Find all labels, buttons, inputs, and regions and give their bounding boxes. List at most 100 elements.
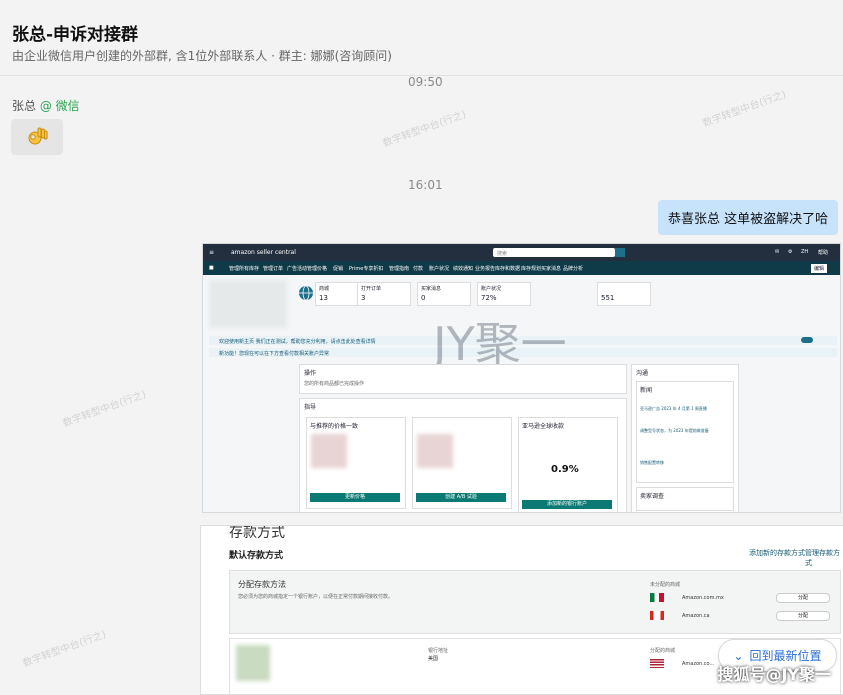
mail-icon[interactable]: ✉ <box>775 249 779 255</box>
card-title: 与推荐的价格一致 <box>310 423 359 430</box>
nav-item[interactable]: 付款 <box>413 265 423 272</box>
canada-flag-icon <box>650 611 664 620</box>
timestamp: 09:50 <box>408 75 443 89</box>
sender-label: 张总 @ 微信 <box>12 97 80 114</box>
guidance-title: 指导 <box>304 404 317 411</box>
global-pay-card[interactable]: 亚马逊全球收款 0.9% 添加新的银行账户 <box>518 417 618 512</box>
image-message-seller-central[interactable]: ≡ amazon seller central 搜索 ✉ ⚙ ZH 帮助 ■ 管… <box>202 243 841 513</box>
stat-card[interactable]: 买家消息 0 <box>417 282 471 306</box>
news-card: 新闻 亚马逊广告 2023 年 4 月第 1 周直播 调整型号状态，为 2023… <box>636 381 734 483</box>
news-link[interactable]: 亚马逊广告 2023 年 4 月第 1 周直播 <box>640 406 707 412</box>
unassigned-label: 未分配的商城 <box>650 582 681 588</box>
ops-panel: 操作 您的所有商品都已完成操作 <box>299 364 627 394</box>
stat-label: 买家消息 <box>421 286 442 292</box>
market-name: Amazon.ca <box>682 613 710 619</box>
nav-item[interactable]: 管理指南 <box>389 265 409 272</box>
assign-deposit-panel: 分配存款方法 您必须为您的商城指定一个银行账户，以便在正常付款期间接收付款。 未… <box>229 570 841 634</box>
assign-button[interactable]: 分配 <box>776 611 830 621</box>
blurred-bank-logo <box>236 645 270 681</box>
bank-location-label: 银行地址 <box>428 648 449 654</box>
add-bank-account-button[interactable]: 添加新的银行账户 <box>522 500 612 509</box>
timestamp: 16:01 <box>408 178 443 192</box>
search-input[interactable]: 搜索 <box>493 248 615 257</box>
ok-hand-icon <box>28 127 48 145</box>
menu-icon: ≡ <box>209 249 215 256</box>
mexico-flag-icon <box>650 593 664 602</box>
card-title: 亚马逊全球收款 <box>522 423 565 430</box>
nav-item[interactable]: 库存规划 <box>521 265 541 272</box>
recommendation-card[interactable]: 创建 A/B 试验 <box>412 417 512 509</box>
alert-text: 新功能！您现在可以在下方查看付款相关账户异常 <box>219 351 330 357</box>
survey-title: 卖家调查 <box>640 493 665 500</box>
nav-item[interactable]: 库存和数据 <box>495 265 520 272</box>
blurred-product <box>311 434 347 468</box>
my-message-bubble[interactable]: 恭喜张总 这单被盗解决了哈 <box>658 200 839 235</box>
nav-item[interactable]: 品牌分析 <box>563 265 583 272</box>
nav-item[interactable]: 广告活动管理 <box>287 265 317 272</box>
lang-selector[interactable]: ZH <box>801 249 808 255</box>
deposit-page-heading: 存款方式 <box>229 525 285 541</box>
stat-value: 72% <box>481 294 497 302</box>
toggle-switch[interactable] <box>801 337 813 343</box>
nav-item[interactable]: 管理所有库存 <box>229 265 259 272</box>
recommendation-card[interactable]: 与推荐的价格一致 更新价格 <box>306 417 406 509</box>
ops-title: 操作 <box>304 370 317 377</box>
create-ab-test-button[interactable]: 创建 A/B 试验 <box>416 493 506 502</box>
search-icon[interactable] <box>615 248 625 257</box>
chat-watermark: 数字转型中台(行之) <box>381 109 468 150</box>
nav-item[interactable]: 买家消息 <box>541 265 561 272</box>
assign-title: 分配存款方法 <box>238 580 286 589</box>
chat-subtitle: 由企业微信用户创建的外部群, 含1位外部联系人 · 群主: 娜娜(咨询顾问) <box>12 49 392 63</box>
add-deposit-link[interactable]: 添加新的存款方式 <box>749 548 805 558</box>
stat-card[interactable]: 账户状况 72% <box>477 282 531 306</box>
nav-item[interactable]: 业务报告 <box>475 265 495 272</box>
nav-item[interactable]: Prime专享折扣 <box>349 265 383 272</box>
alert-text: 欢迎使用新主页 我们正在测试，帮助您充分利用，请点击此处查看详情 <box>219 339 376 345</box>
stat-value: 551 <box>601 294 615 302</box>
source-watermark: 搜狐号@JY聚一 <box>717 665 831 684</box>
assign-desc: 您必须为您的商城指定一个银行账户，以便在正常付款期间接收付款。 <box>238 594 394 600</box>
brand-logo: amazon seller central <box>231 249 296 256</box>
chat-title: 张总-申诉对接群 <box>12 25 139 45</box>
fee-value: 0.9% <box>551 464 579 475</box>
chat-watermark: 数字转型中台(行之) <box>701 89 788 130</box>
assign-button[interactable]: 分配 <box>776 593 830 603</box>
stat-label: 打开订单 <box>361 286 382 292</box>
guidance-panel: 指导 与推荐的价格一致 更新价格 创建 A/B 试验 亚马逊全球收款 0.9% … <box>299 398 627 512</box>
bookmark-icon[interactable]: ■ <box>209 265 214 271</box>
market-name: Amazon.co... <box>682 661 715 667</box>
sender-org: @ 微信 <box>39 99 80 113</box>
side-title: 沟通 <box>636 370 649 377</box>
help-link[interactable]: 帮助 <box>818 249 828 256</box>
news-link[interactable]: 调整型号状态，为 2023 年提前做准备 <box>640 428 709 434</box>
news-link[interactable]: 销售配置转移 <box>640 460 664 466</box>
chat-watermark: 数字转型中台(行之) <box>21 629 108 670</box>
nav-item[interactable]: 价格 <box>317 265 327 272</box>
nav-item[interactable]: 促销 <box>333 265 343 272</box>
chat-header: 张总-申诉对接群 由企业微信用户创建的外部群, 含1位外部联系人 · 群主: 娜… <box>0 0 843 76</box>
nav-item[interactable]: 账户状况 <box>429 265 449 272</box>
amazon-nav: ■ 管理所有库存 管理订单 广告活动管理 价格 促销 Prime专享折扣 管理指… <box>203 261 840 275</box>
blurred-account-widget <box>209 280 287 328</box>
gear-icon[interactable]: ⚙ <box>788 249 792 255</box>
stat-card[interactable]: 551 <box>597 282 651 306</box>
chat-watermark: 数字转型中台(行之) <box>61 389 148 430</box>
default-deposit-title: 默认存款方式 <box>229 551 284 561</box>
manage-deposit-link[interactable]: 管理存款方式 <box>805 548 843 568</box>
bank-location-value: 美国 <box>428 656 439 662</box>
ok-hand-emoji-message[interactable] <box>11 119 63 155</box>
market-name: Amazon.com.mx <box>682 595 724 601</box>
blurred-product <box>417 434 453 468</box>
news-title: 新闻 <box>640 387 653 394</box>
ops-text: 您的所有商品都已完成操作 <box>304 381 365 387</box>
nav-item[interactable]: 管理订单 <box>263 265 283 272</box>
amazon-topbar: ≡ amazon seller central 搜索 ✉ ⚙ ZH 帮助 <box>203 244 840 261</box>
stat-card[interactable]: 打开订单 3 <box>357 282 411 306</box>
edit-button[interactable]: 编辑 <box>811 264 828 273</box>
survey-card: 卖家调查 <box>636 487 734 511</box>
search-placeholder: 搜索 <box>497 251 508 257</box>
nav-item[interactable]: 绩效通知 <box>453 265 473 272</box>
stat-value: 0 <box>421 294 426 302</box>
communication-panel: 沟通 新闻 亚马逊广告 2023 年 4 月第 1 周直播 调整型号状态，为 2… <box>631 364 739 512</box>
update-price-button[interactable]: 更新价格 <box>310 493 400 502</box>
